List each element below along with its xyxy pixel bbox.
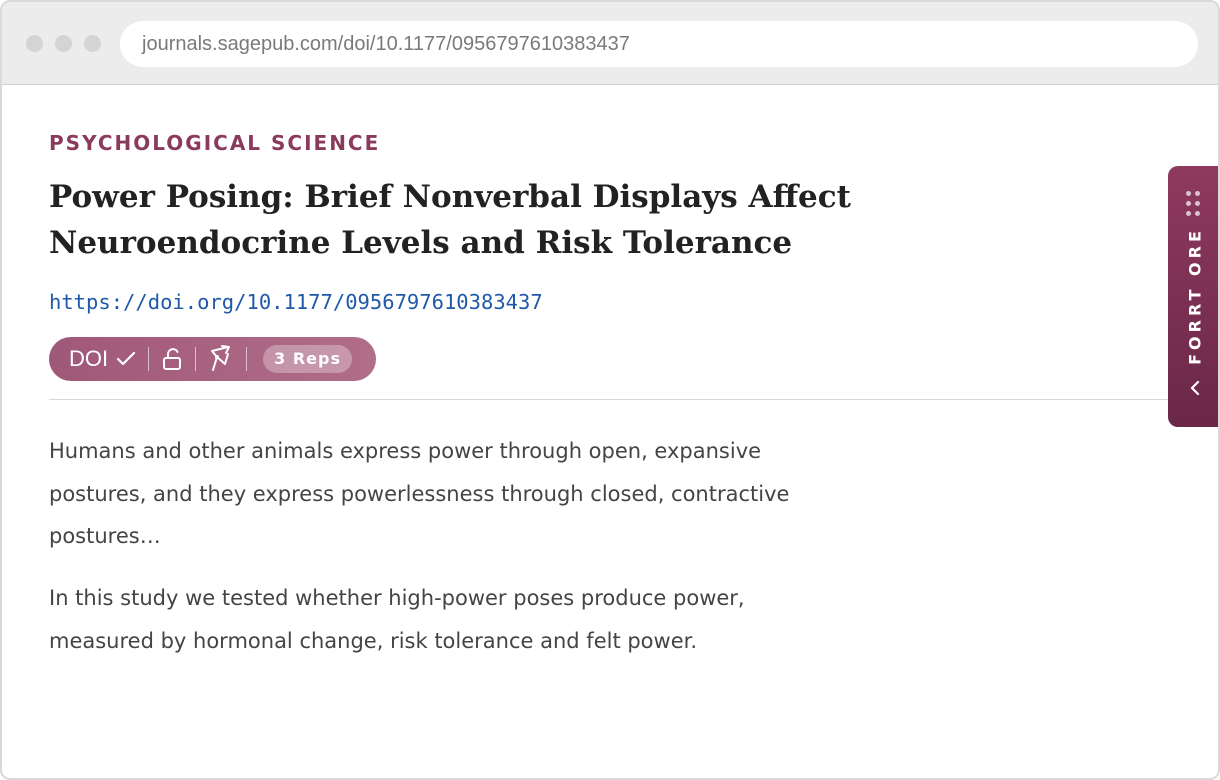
window-zoom-button[interactable] (84, 35, 101, 52)
browser-toolbar: journals.sagepub.com/doi/10.1177/0956797… (2, 2, 1218, 85)
window-minimize-button[interactable] (55, 35, 72, 52)
drag-grip-icon[interactable] (1186, 191, 1202, 217)
badge-separator (148, 347, 150, 371)
address-bar[interactable]: journals.sagepub.com/doi/10.1177/0956797… (120, 21, 1198, 67)
badge-separator (246, 347, 248, 371)
journal-name: PSYCHOLOGICAL SCIENCE (49, 131, 381, 155)
open-lock-icon (161, 347, 183, 371)
badge-doi-label: DOI (69, 346, 109, 371)
section-divider (49, 399, 1218, 400)
doi-link[interactable]: https://doi.org/10.1177/0956797610383437 (49, 290, 543, 314)
browser-window: journals.sagepub.com/doi/10.1177/0956797… (0, 0, 1220, 780)
abstract-paragraph: Humans and other animals express power t… (49, 439, 790, 548)
replications-count-badge[interactable]: 3 Reps (263, 345, 352, 373)
forrt-badge[interactable]: DOI 3 Reps (49, 337, 376, 381)
forrt-ore-side-tab[interactable]: FORRT ORE (1168, 166, 1218, 427)
check-icon (116, 351, 136, 367)
chevron-left-icon[interactable] (1186, 378, 1204, 398)
article-title: Power Posing: Brief Nonverbal Displays A… (49, 179, 851, 261)
badge-separator (195, 347, 197, 371)
side-tab-label: FORRT ORE (1185, 227, 1205, 365)
broken-arrow-icon (208, 344, 234, 374)
window-close-button[interactable] (26, 35, 43, 52)
abstract-paragraph: In this study we tested whether high-pow… (49, 586, 745, 653)
